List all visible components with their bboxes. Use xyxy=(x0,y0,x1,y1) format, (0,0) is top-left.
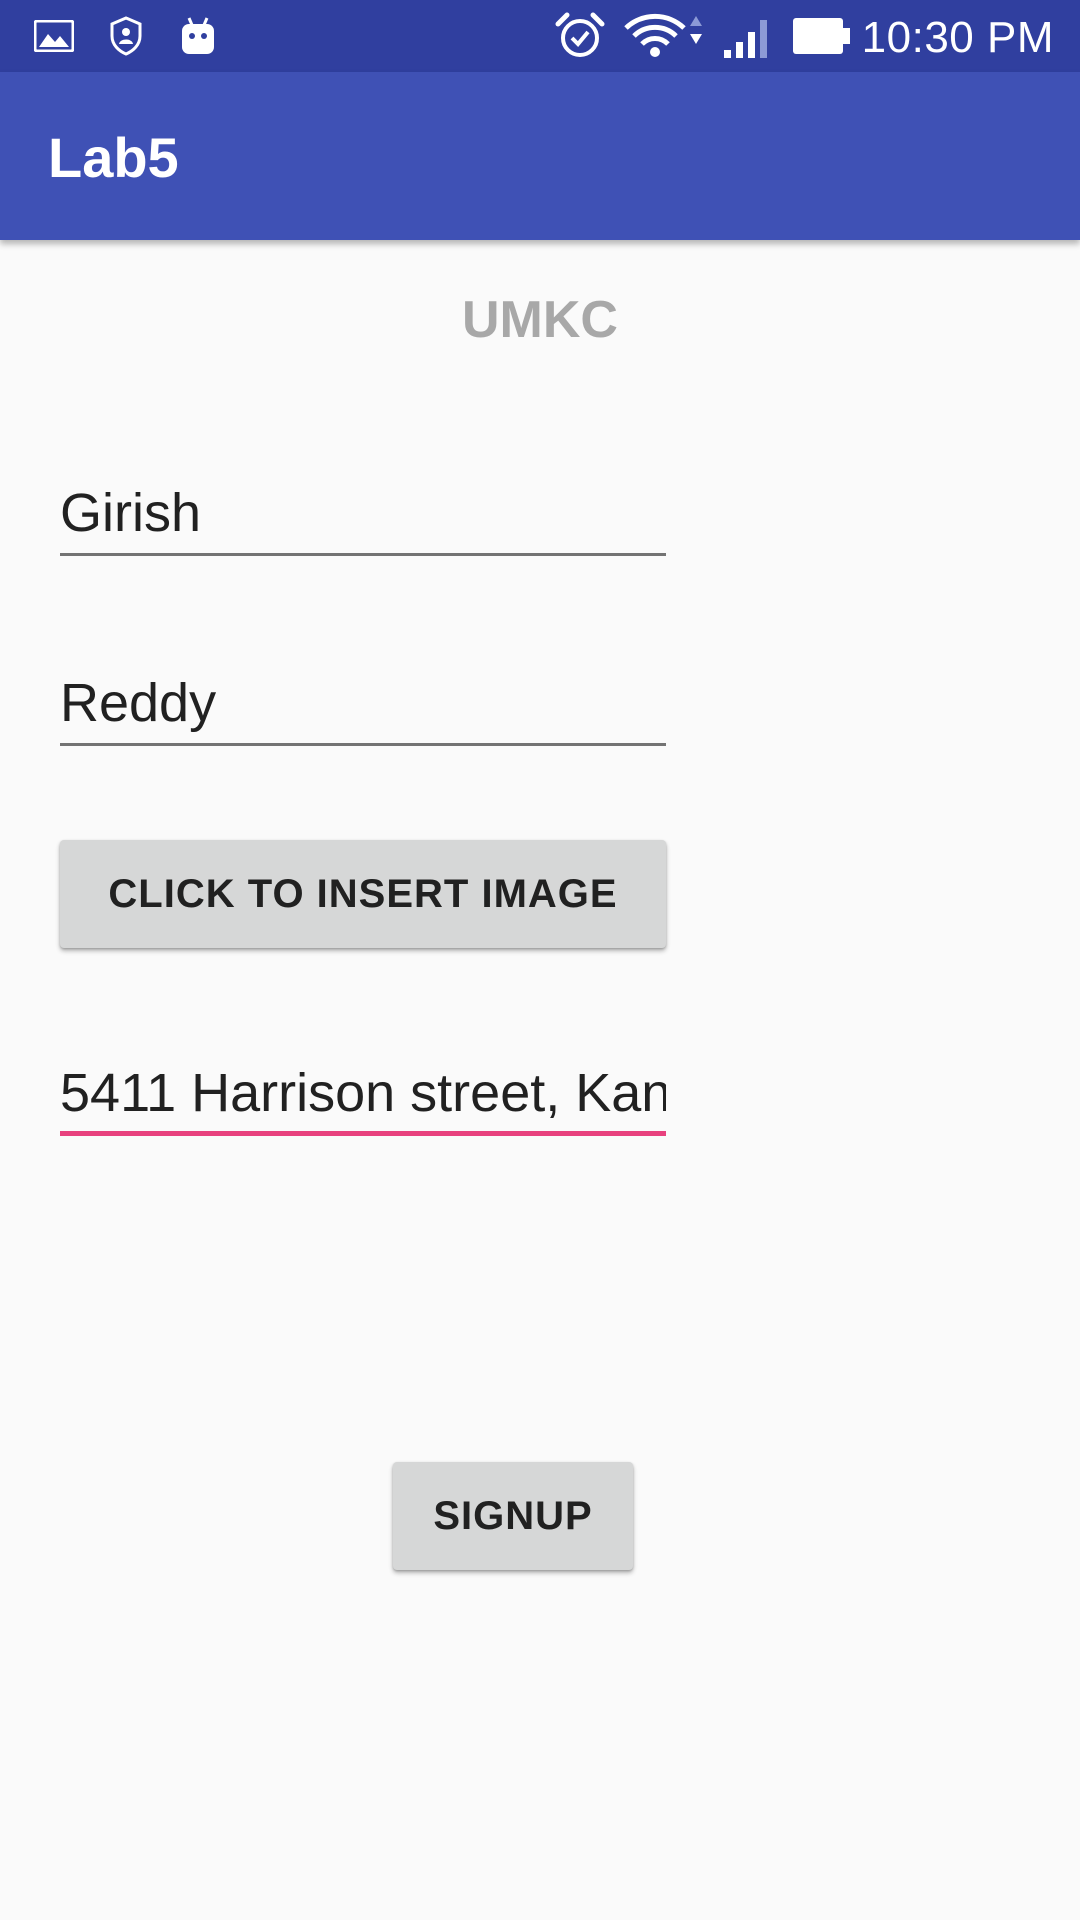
last-name-field[interactable]: Reddy xyxy=(60,660,666,746)
signup-button-label: SIGNUP xyxy=(433,1493,593,1538)
insert-image-button-label: CLICK TO INSERT IMAGE xyxy=(108,871,618,916)
battery-icon xyxy=(790,12,854,60)
app-title: Lab5 xyxy=(48,126,179,189)
status-bar: 10:30 PM xyxy=(0,0,1080,72)
alarm-icon xyxy=(554,12,606,60)
address-underline xyxy=(60,1131,666,1136)
shield-icon xyxy=(106,12,146,60)
first-name-underline xyxy=(60,553,666,556)
app-bar: Lab5 xyxy=(0,72,1080,240)
first-name-value[interactable]: Girish xyxy=(60,482,666,544)
wifi-icon xyxy=(622,12,706,60)
insert-image-button[interactable]: CLICK TO INSERT IMAGE xyxy=(60,840,666,948)
address-value[interactable]: 5411 Harrison street, Kan xyxy=(60,1062,666,1124)
image-icon xyxy=(34,12,74,60)
signup-button[interactable]: SIGNUP xyxy=(393,1462,633,1570)
cell-signal-icon xyxy=(722,12,774,60)
address-field[interactable]: 5411 Harrison street, Kan xyxy=(60,1050,666,1136)
android-icon xyxy=(178,12,218,60)
page-heading: UMKC xyxy=(462,291,618,349)
last-name-value[interactable]: Reddy xyxy=(60,672,666,734)
first-name-field[interactable]: Girish xyxy=(60,470,666,556)
status-time: 10:30 PM xyxy=(861,13,1054,62)
last-name-underline xyxy=(60,743,666,746)
